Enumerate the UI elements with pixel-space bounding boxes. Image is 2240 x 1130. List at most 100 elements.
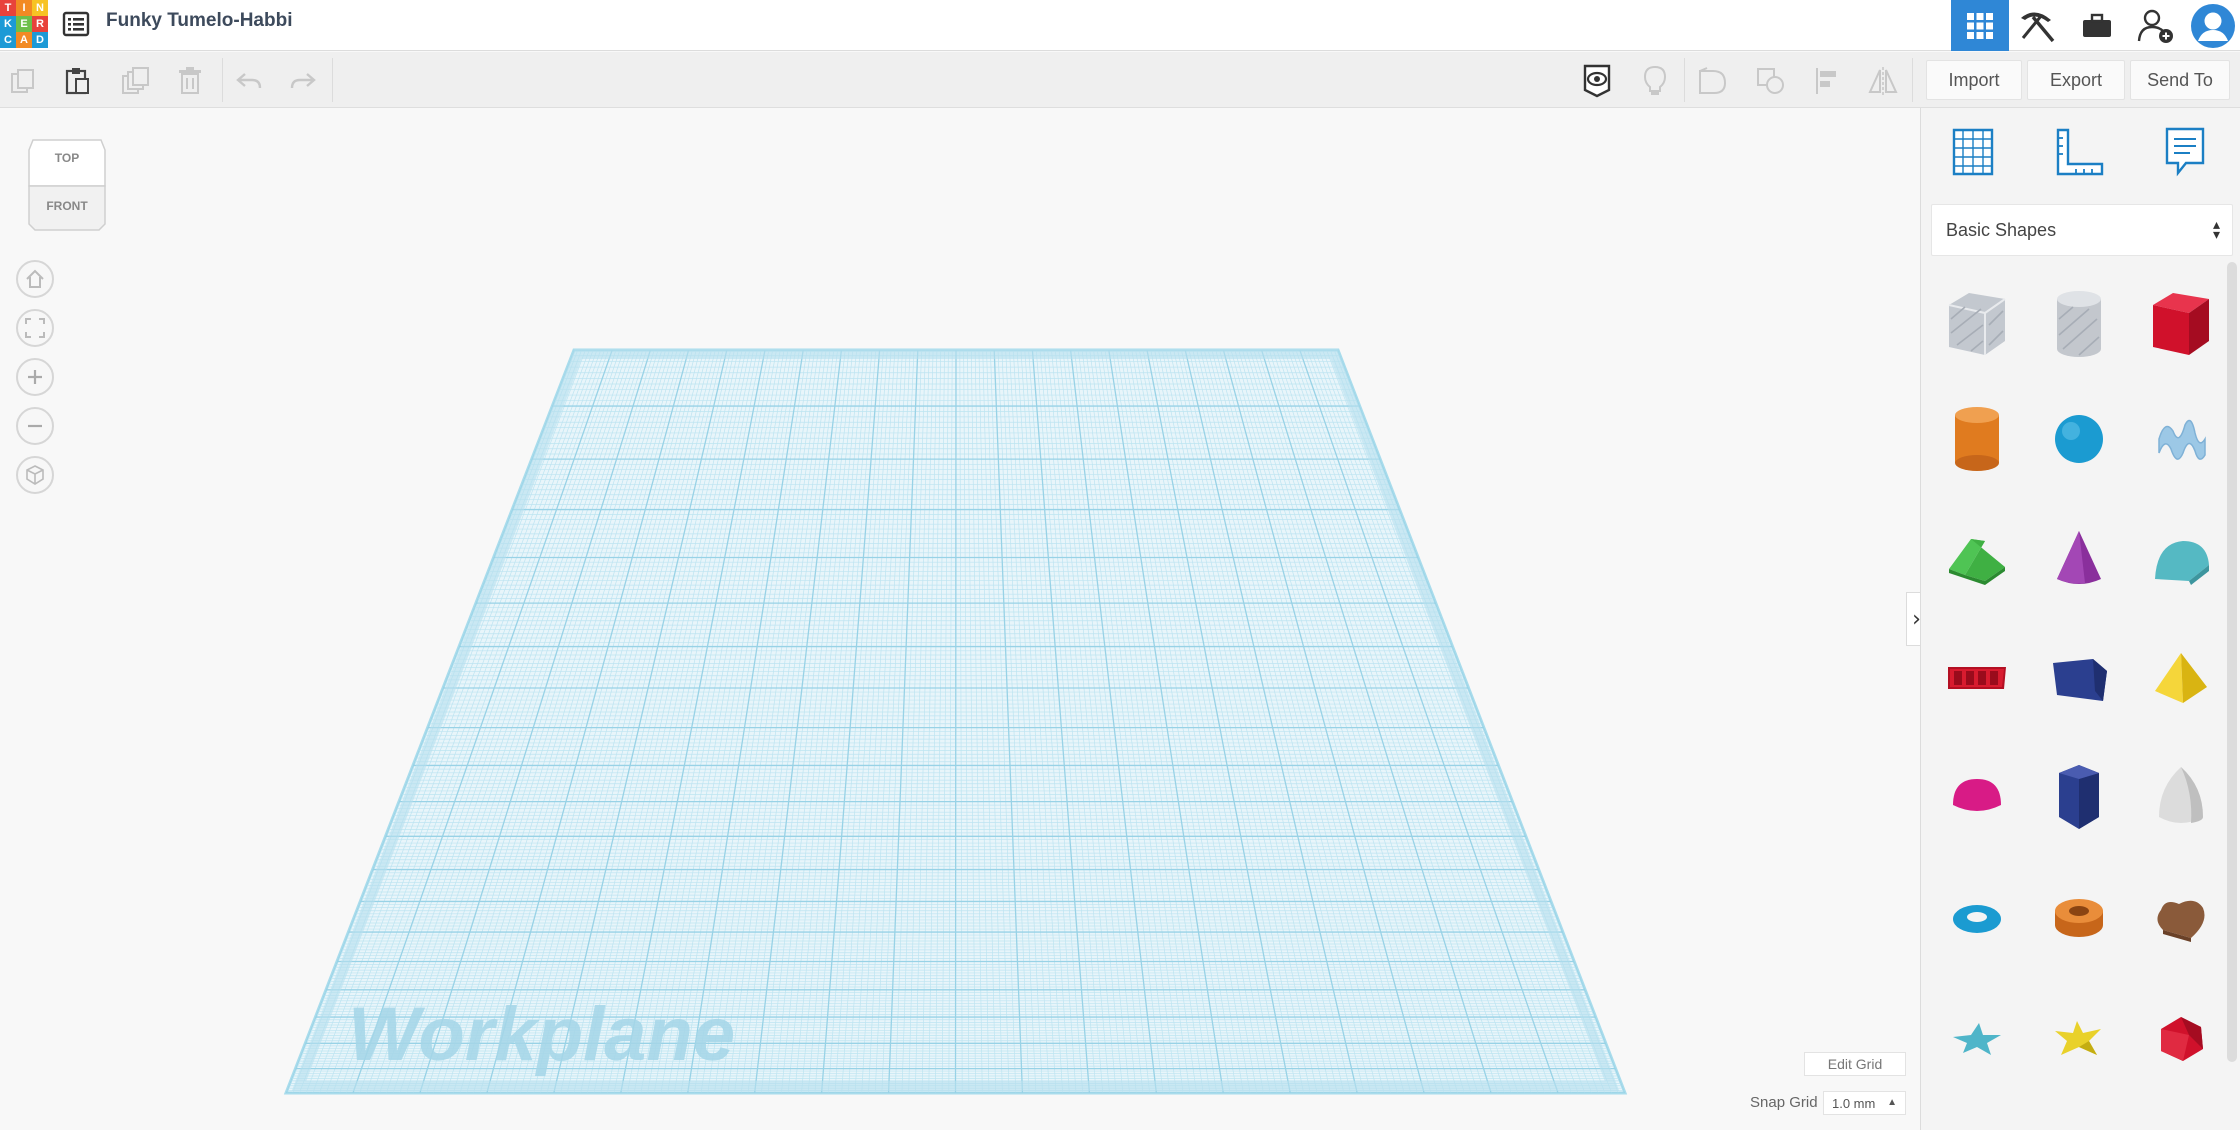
shapes-panel: Basic Shapes ▴ ▾ [1920,108,2240,1130]
zoom-out-button[interactable] [16,407,54,445]
box-hole-icon [1948,293,2006,355]
user-avatar-button[interactable] [2186,0,2240,51]
logo-tile: C [0,32,16,48]
logo-tile: D [32,32,48,48]
fit-all-icon [25,318,45,338]
tube-shape[interactable] [2031,864,2127,974]
pyramid-shape[interactable] [2133,624,2229,734]
heart-shape[interactable] [2133,864,2229,974]
half-sphere-shape[interactable] [1929,742,2025,852]
user-avatar-icon [2191,3,2235,48]
ungroup-button[interactable] [1752,62,1790,100]
text-shape[interactable] [1929,624,2025,734]
shape-grid [1921,268,2231,1130]
perspective-button[interactable] [16,456,54,494]
notes-tool-button[interactable] [2155,122,2215,182]
design-title[interactable]: Funky Tumelo-Habbi [106,10,292,32]
logo-tile: I [16,0,32,16]
lightbulb-button[interactable] [1636,62,1674,100]
wedge-shape[interactable] [2031,624,2127,734]
ruler-tool-icon [2056,128,2104,176]
cylinder-shape[interactable] [1929,384,2025,494]
logo-tile: R [32,16,48,32]
cylinder-hole-shape[interactable] [2031,268,2127,378]
3d-design-button[interactable] [1951,0,2009,51]
ruler-tool-button[interactable] [2049,122,2109,182]
lessons-button[interactable] [2068,0,2126,51]
export-button[interactable]: Export [2027,60,2125,100]
shape-library-select[interactable]: Basic Shapes ▴ ▾ [1931,204,2233,256]
shapes-scrollbar[interactable] [2227,262,2237,1062]
show-all-button[interactable] [1578,62,1616,100]
cone-shape[interactable] [2031,504,2127,614]
text-icon [1948,667,2006,689]
star-shape[interactable] [1929,984,2025,1094]
workplane-label: Workplane [348,992,735,1077]
undo-button[interactable] [230,62,268,100]
ungroup-icon [1757,68,1784,94]
group-button[interactable] [1694,62,1732,100]
tinkercad-logo[interactable]: TINKERCAD [0,0,48,48]
caret-up-icon: ▲ [1887,1097,1897,1108]
invite-user-button[interactable] [2127,0,2185,51]
build-button[interactable] [2008,0,2066,51]
cylinder-hole-icon [2057,291,2101,357]
shape-library-value: Basic Shapes [1946,219,2057,240]
import-button[interactable]: Import [1926,60,2022,100]
icosahedron-shape[interactable] [2133,984,2229,1094]
home-view-icon [26,269,44,288]
box-shape[interactable] [2133,268,2229,378]
mirror-icon [1868,67,1898,95]
send-to-button[interactable]: Send To [2130,60,2230,100]
logo-tile: K [0,16,16,32]
add-user-icon [2137,9,2173,43]
round-roof-icon [2155,541,2209,585]
sphere-shape[interactable] [2031,384,2127,494]
paste-button[interactable] [58,62,96,100]
roof-icon [1949,539,2005,585]
copy-button[interactable] [4,62,42,100]
show-all-eye-icon [1583,64,1611,98]
round-roof-shape[interactable] [2133,504,2229,614]
mirror-button[interactable] [1864,62,1902,100]
briefcase-icon [2083,13,2111,37]
notes-tool-icon [2165,127,2205,177]
star-yellow-shape[interactable] [2031,984,2127,1094]
logo-tile: E [16,16,32,32]
roof-shape[interactable] [1929,504,2025,614]
zoom-in-icon [28,370,42,384]
fit-all-button[interactable] [16,309,54,347]
box-hole-shape[interactable] [1929,268,2025,378]
redo-icon [290,73,316,89]
duplicate-button[interactable] [116,62,154,100]
paste-icon [65,68,89,95]
paraboloid-shape[interactable] [2133,742,2229,852]
scribble-shape[interactable] [2133,384,2229,494]
torus-shape[interactable] [1929,864,2025,974]
duplicate-icon [122,67,149,94]
home-view-button[interactable] [16,260,54,298]
half-sphere-icon [1953,779,2001,811]
paraboloid-icon [2159,767,2203,823]
undo-icon [236,73,262,89]
snap-grid-select[interactable]: 1.0 mm ▲ [1823,1091,1906,1115]
design-list-menu-button[interactable] [60,8,92,40]
workplane[interactable]: Workplane [0,108,1920,1130]
workplane-tool-button[interactable] [1943,122,2003,182]
polygon-icon [2059,765,2099,829]
edit-grid-button[interactable]: Edit Grid [1804,1052,1906,1076]
zoom-out-icon [28,424,42,428]
view-cube[interactable]: TOP FRONT [27,136,107,232]
delete-button[interactable] [171,62,209,100]
top-header: TINKERCAD Funky Tumelo-Habbi [0,0,2240,51]
redo-button[interactable] [284,62,322,100]
polygon-shape[interactable] [2031,742,2127,852]
heart-icon [2157,900,2205,942]
delete-icon [179,67,201,94]
star-icon [1953,1023,2001,1055]
align-button[interactable] [1808,62,1846,100]
lightbulb-icon [1643,65,1667,95]
icosahedron-icon [2161,1017,2203,1061]
3d-design-grid-icon [1967,12,1993,39]
zoom-in-button[interactable] [16,358,54,396]
